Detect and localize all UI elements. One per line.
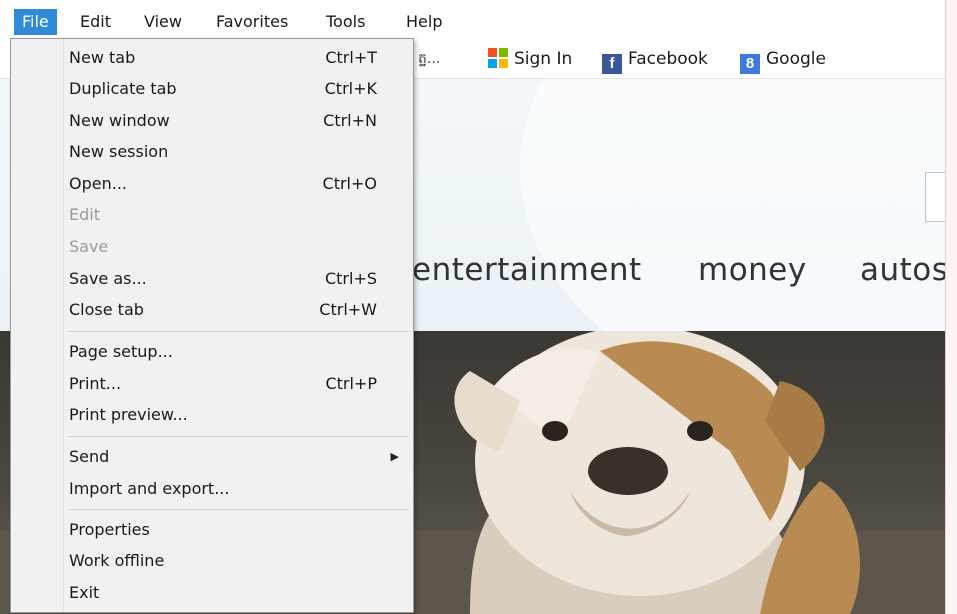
menu-icon-gutter	[11, 39, 64, 612]
menu-item-label: Close tab	[69, 300, 144, 319]
menu-file[interactable]: File	[14, 9, 57, 35]
menu-item-send[interactable]: Send ▶	[69, 443, 399, 471]
menu-item-work-offline[interactable]: Work offline	[69, 547, 399, 575]
favorite-sign-in-label: Sign In	[514, 49, 573, 69]
menu-item-shortcut: Ctrl+W	[319, 300, 377, 319]
menu-item-properties[interactable]: Properties	[69, 516, 399, 544]
menu-item-label: Print preview...	[69, 405, 188, 424]
menu-item-edit: Edit	[69, 201, 399, 229]
menu-item-label: Print...	[69, 374, 122, 393]
menu-item-exit[interactable]: Exit	[69, 579, 399, 607]
menu-item-duplicate-tab[interactable]: Duplicate tab Ctrl+K	[69, 75, 399, 103]
menu-separator	[69, 509, 409, 510]
facebook-icon: f	[602, 54, 622, 74]
menu-item-label: Save	[69, 237, 109, 256]
menu-item-label: Work offline	[69, 551, 165, 570]
nav-link-autos[interactable]: autos	[860, 252, 945, 288]
menu-item-import-export[interactable]: Import and export...	[69, 475, 399, 503]
menu-item-label: New window	[69, 111, 170, 130]
window-right-edge	[945, 0, 957, 614]
menu-item-label: Page setup...	[69, 342, 173, 361]
hero-background-shape	[520, 79, 945, 331]
menu-separator	[69, 331, 409, 332]
menu-favorites[interactable]: Favorites	[208, 9, 296, 35]
menu-item-label: Exit	[69, 583, 100, 602]
favorite-google[interactable]: 8 Google	[740, 46, 826, 74]
menu-help[interactable]: Help	[398, 9, 450, 35]
menu-item-shortcut: Ctrl+T	[325, 48, 377, 67]
menu-item-shortcut: Ctrl+P	[325, 374, 377, 393]
menu-item-label: Edit	[69, 205, 100, 224]
menu-item-open[interactable]: Open... Ctrl+O	[69, 170, 399, 198]
favorite-sign-in[interactable]: Sign In	[488, 46, 572, 72]
menu-item-label: Duplicate tab	[69, 79, 177, 98]
menu-bar: File Edit View Favorites Tools Help	[0, 0, 945, 38]
menu-item-save: Save	[69, 233, 399, 261]
favorite-facebook-label: Facebook	[628, 49, 708, 69]
nav-link-money[interactable]: money	[698, 252, 807, 288]
favorite-google-label: Google	[766, 49, 826, 69]
favorite-facebook[interactable]: f Facebook	[602, 46, 708, 74]
favorite-truncated[interactable]: ត្ឋ...	[418, 46, 440, 72]
nav-link-entertainment[interactable]: entertainment	[412, 252, 642, 288]
menu-item-label: Properties	[69, 520, 150, 539]
menu-edit[interactable]: Edit	[72, 9, 119, 35]
menu-item-new-window[interactable]: New window Ctrl+N	[69, 107, 399, 135]
file-menu-dropdown: New tab Ctrl+T Duplicate tab Ctrl+K New …	[10, 38, 414, 613]
menu-item-shortcut: Ctrl+S	[324, 269, 377, 288]
menu-view[interactable]: View	[136, 9, 190, 35]
menu-item-shortcut: Ctrl+O	[322, 174, 377, 193]
menu-item-print[interactable]: Print... Ctrl+P	[69, 370, 399, 398]
menu-item-page-setup[interactable]: Page setup...	[69, 338, 399, 366]
menu-item-label: Save as...	[69, 269, 147, 288]
menu-item-print-preview[interactable]: Print preview...	[69, 401, 399, 429]
google-icon: 8	[740, 54, 760, 74]
windows-logo-icon	[488, 48, 508, 68]
menu-item-save-as[interactable]: Save as... Ctrl+S	[69, 265, 399, 293]
menu-item-label: Import and export...	[69, 479, 230, 498]
menu-separator	[69, 436, 409, 437]
submenu-arrow-icon: ▶	[390, 450, 399, 463]
menu-item-label: New session	[69, 142, 169, 161]
menu-item-new-session[interactable]: New session	[69, 138, 399, 166]
menu-item-shortcut: Ctrl+K	[324, 79, 377, 98]
menu-item-shortcut: Ctrl+N	[323, 111, 377, 130]
menu-item-close-tab[interactable]: Close tab Ctrl+W	[69, 296, 399, 324]
menu-item-label: Open...	[69, 174, 127, 193]
menu-item-new-tab[interactable]: New tab Ctrl+T	[69, 44, 399, 72]
menu-tools[interactable]: Tools	[318, 9, 373, 35]
menu-item-label: New tab	[69, 48, 136, 67]
menu-item-label: Send	[69, 447, 110, 466]
